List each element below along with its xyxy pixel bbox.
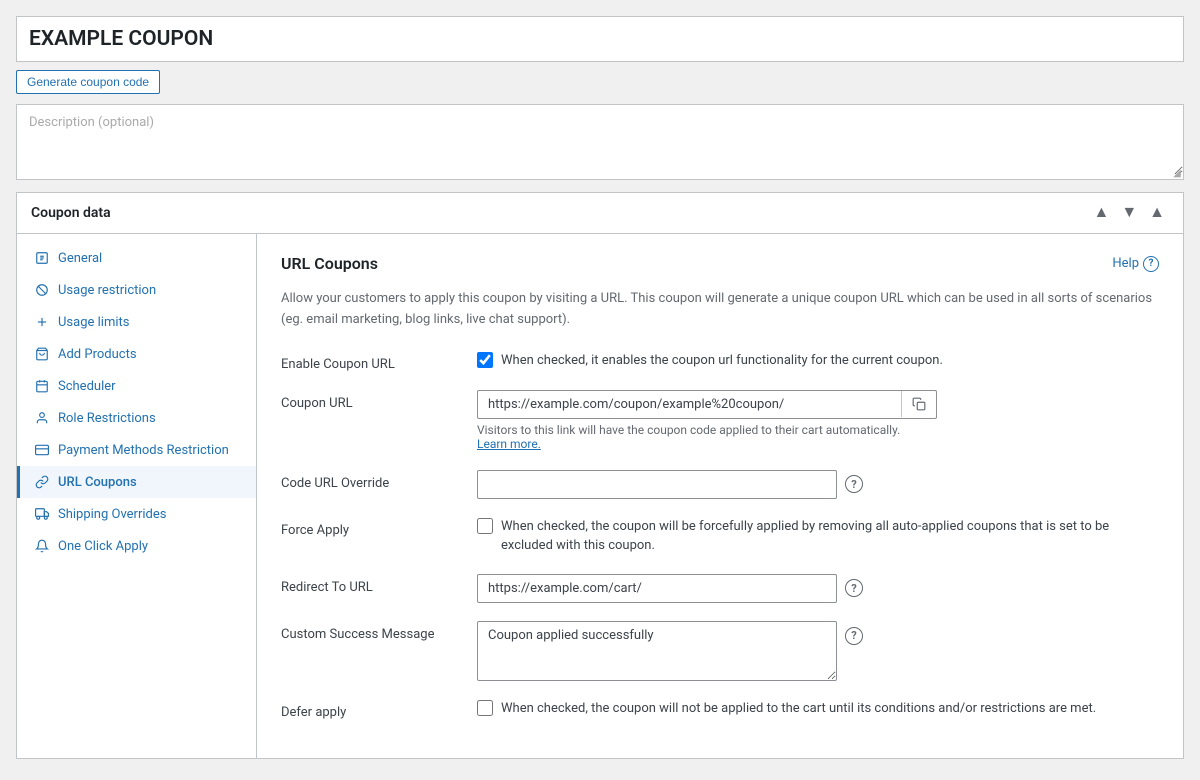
enable-coupon-url-row: Enable Coupon URL When checked, it enabl… [281,351,1159,372]
page-wrapper: Generate coupon code ◢ Coupon data ▲ ▼ ▲ [0,0,1200,775]
defer-apply-label: Defer apply [281,699,461,720]
enable-coupon-url-checkbox-label: When checked, it enables the coupon url … [501,351,943,371]
force-apply-field: When checked, the coupon will be forcefu… [477,517,1159,556]
sidebar-label-add-products: Add Products [58,347,137,362]
coupon-url-label: Coupon URL [281,390,461,411]
shipping-overrides-icon [34,506,50,522]
coupon-url-input[interactable] [478,391,901,418]
description-box: ◢ [16,104,1184,180]
coupon-url-field: Visitors to this link will have the coup… [477,390,1159,452]
sidebar-item-scheduler[interactable]: Scheduler [17,370,256,402]
section-description: Allow your customers to apply this coupo… [281,289,1159,331]
general-icon [34,250,50,266]
coupon-name-input[interactable] [29,27,1171,51]
custom-success-message-textarea[interactable]: Coupon applied successfully [477,621,837,681]
coupon-url-row: Coupon URL Visitors to this link will ha… [281,390,1159,452]
description-textarea[interactable] [17,105,1183,175]
sidebar-item-url-coupons[interactable]: URL Coupons [17,466,256,498]
sidebar-item-usage-restriction[interactable]: Usage restriction [17,274,256,306]
help-link[interactable]: Help ? [1112,256,1159,272]
coupon-name-box [16,16,1184,62]
resize-handle: ◢ [1171,167,1183,179]
panel-controls: ▲ ▼ ▲ [1089,203,1169,223]
copy-url-button[interactable] [901,391,936,417]
section-header: URL Coupons Help ? [281,254,1159,273]
code-url-override-input[interactable] [477,470,837,499]
panel-up-button[interactable]: ▲ [1089,203,1113,223]
sidebar-item-add-products[interactable]: Add Products [17,338,256,370]
coupon-data-panel: Coupon data ▲ ▼ ▲ General [16,192,1184,759]
sidebar-nav: General Usage restriction Usage limits [17,234,257,758]
sidebar-item-general[interactable]: General [17,242,256,274]
sidebar-label-role-restrictions: Role Restrictions [58,411,156,426]
custom-success-message-field: Coupon applied successfully ? [477,621,1159,681]
coupon-url-input-group [477,390,937,419]
force-apply-label: Force Apply [281,517,461,538]
defer-apply-checkbox-label: When checked, the coupon will not be app… [501,699,1096,719]
usage-limits-icon [34,314,50,330]
panel-down-button[interactable]: ▼ [1117,203,1141,223]
redirect-to-url-input[interactable] [477,574,837,603]
force-apply-checkbox[interactable] [477,518,493,534]
sidebar-label-payment-methods: Payment Methods Restriction [58,443,229,458]
one-click-apply-icon [34,538,50,554]
usage-restriction-icon [34,282,50,298]
main-content: URL Coupons Help ? Allow your customers … [257,234,1183,758]
enable-coupon-url-label: Enable Coupon URL [281,351,461,372]
code-url-override-row: Code URL Override ? [281,470,1159,499]
sidebar-label-usage-limits: Usage limits [58,315,129,330]
sidebar-label-scheduler: Scheduler [58,379,116,394]
defer-apply-checkbox[interactable] [477,700,493,716]
code-url-override-field: ? [477,470,1159,499]
defer-apply-row: Defer apply When checked, the coupon wil… [281,699,1159,720]
enable-coupon-url-checkbox[interactable] [477,352,493,368]
code-url-override-label: Code URL Override [281,470,461,491]
redirect-to-url-help-icon: ? [845,579,863,597]
help-label: Help [1112,256,1139,271]
sidebar-label-shipping-overrides: Shipping Overrides [58,507,166,522]
payment-methods-icon [34,442,50,458]
section-title: URL Coupons [281,254,378,273]
add-products-icon [34,346,50,362]
sidebar-label-url-coupons: URL Coupons [58,475,137,490]
sidebar-item-shipping-overrides[interactable]: Shipping Overrides [17,498,256,530]
copy-icon [912,397,926,411]
force-apply-row: Force Apply When checked, the coupon wil… [281,517,1159,556]
coupon-url-note: Visitors to this link will have the coup… [477,423,1159,437]
url-coupons-icon [34,474,50,490]
panel-title: Coupon data [31,205,111,221]
force-apply-checkbox-wrap: When checked, the coupon will be forcefu… [477,517,1159,556]
generate-coupon-button[interactable]: Generate coupon code [16,70,160,94]
redirect-to-url-row: Redirect To URL ? [281,574,1159,603]
force-apply-checkbox-label: When checked, the coupon will be forcefu… [501,517,1159,556]
role-restrictions-icon [34,410,50,426]
enable-coupon-url-field: When checked, it enables the coupon url … [477,351,1159,371]
sidebar-label-usage-restriction: Usage restriction [58,283,156,298]
panel-header: Coupon data ▲ ▼ ▲ [17,193,1183,234]
code-url-override-help-icon: ? [845,475,863,493]
sidebar-item-one-click-apply[interactable]: One Click Apply [17,530,256,562]
help-icon: ? [1143,256,1159,272]
sidebar-label-one-click-apply: One Click Apply [58,539,148,554]
enable-coupon-url-checkbox-wrap: When checked, it enables the coupon url … [477,351,1159,371]
learn-more-link[interactable]: Learn more. [477,437,541,451]
sidebar-item-usage-limits[interactable]: Usage limits [17,306,256,338]
sidebar-item-payment-methods[interactable]: Payment Methods Restriction [17,434,256,466]
custom-success-message-help-icon: ? [845,627,863,645]
custom-success-message-row: Custom Success Message Coupon applied su… [281,621,1159,681]
sidebar-item-role-restrictions[interactable]: Role Restrictions [17,402,256,434]
custom-success-message-label: Custom Success Message [281,621,461,642]
scheduler-icon [34,378,50,394]
panel-body: General Usage restriction Usage limits [17,234,1183,758]
defer-apply-checkbox-wrap: When checked, the coupon will not be app… [477,699,1159,719]
panel-collapse-button[interactable]: ▲ [1145,203,1169,223]
sidebar-label-general: General [58,251,102,266]
redirect-to-url-field: ? [477,574,1159,603]
defer-apply-field: When checked, the coupon will not be app… [477,699,1159,719]
redirect-to-url-label: Redirect To URL [281,574,461,595]
